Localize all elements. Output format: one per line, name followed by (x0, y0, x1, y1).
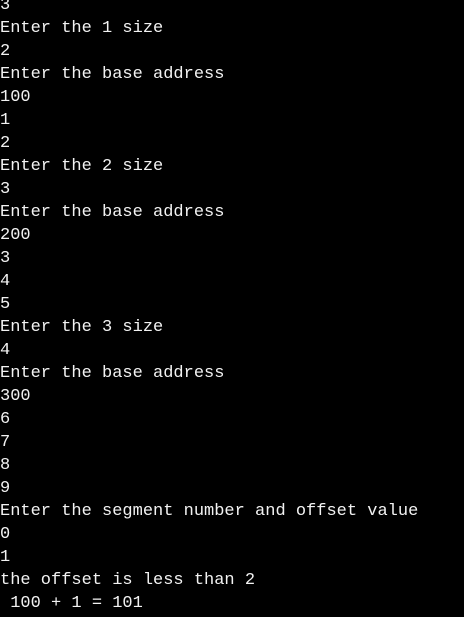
console-line: 5 (0, 295, 11, 314)
console-line: Enter the 1 size (0, 19, 164, 38)
console-line: 200 (0, 226, 31, 245)
console-line: Enter the 3 size (0, 318, 164, 337)
console-line: 1 (0, 548, 11, 567)
console-line: Enter the base address (0, 65, 225, 84)
console-line: 1 (0, 111, 11, 130)
console-line: 2 (0, 134, 11, 153)
console-line: 100 (0, 88, 31, 107)
console-line: 3 (0, 180, 11, 199)
console-line: 8 (0, 456, 11, 475)
console-line: 7 (0, 433, 11, 452)
console-line: 6 (0, 410, 11, 429)
console-line: 2 (0, 42, 11, 61)
console-line: 3 (0, 0, 11, 15)
console-line: 100 + 1 = 101 (0, 594, 143, 613)
console-line: Enter the base address (0, 364, 225, 383)
console-line: Enter the 2 size (0, 157, 164, 176)
console-line: 0 (0, 525, 11, 544)
console-line: 4 (0, 272, 11, 291)
console-line: 9 (0, 479, 11, 498)
console-line: Enter the segment number and offset valu… (0, 502, 419, 521)
console-line: Enter the base address (0, 203, 225, 222)
console-line: 4 (0, 341, 11, 360)
console-line: 300 (0, 387, 31, 406)
console-output[interactable]: 3 Enter the 1 size 2 Enter the base addr… (0, 0, 464, 617)
console-line: 3 (0, 249, 11, 268)
console-line: the offset is less than 2 (0, 571, 256, 590)
